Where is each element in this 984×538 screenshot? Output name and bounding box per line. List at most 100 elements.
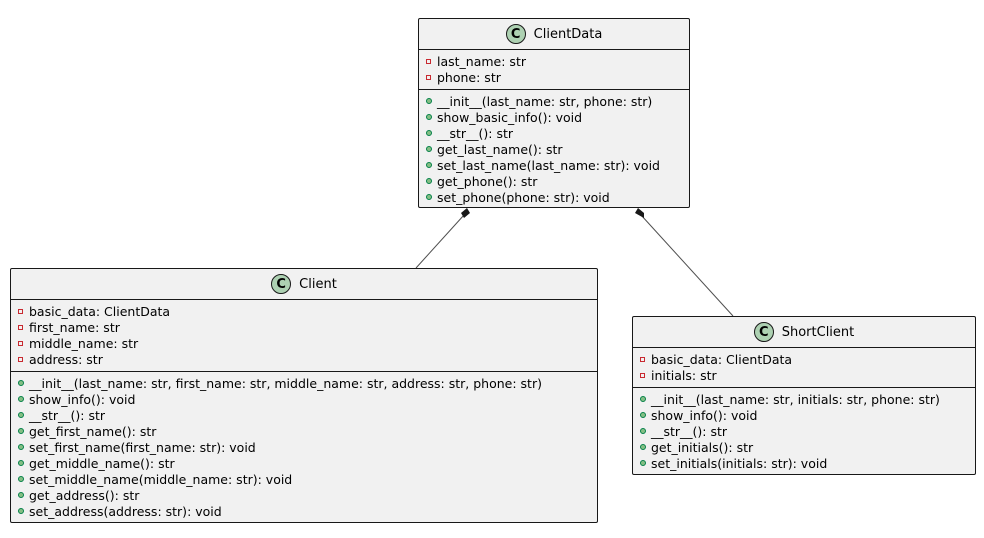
method-row: __init__(last_name: str, first_name: str… (11, 375, 597, 391)
method-text: __str__(): str (437, 125, 514, 141)
method-row: show_info(): void (11, 391, 597, 407)
method-text: set_phone(phone: str): void (437, 189, 610, 205)
composition-line-client (415, 214, 465, 269)
method-text: set_initials(initials: str): void (651, 455, 828, 471)
public-method-icon (640, 428, 646, 434)
composition-diamond-shortclient (635, 208, 644, 218)
private-field-icon (640, 356, 645, 362)
private-field-icon (426, 58, 431, 64)
method-text: show_info(): void (29, 391, 136, 407)
public-method-icon (426, 130, 432, 136)
method-text: show_basic_info(): void (437, 109, 583, 125)
method-text: set_address(address: str): void (29, 503, 222, 519)
method-text: __init__(last_name: str, initials: str, … (651, 391, 940, 407)
class-c-icon: C (753, 322, 774, 342)
method-row: get_initials(): str (633, 439, 975, 455)
method-text: __init__(last_name: str, first_name: str… (29, 375, 542, 391)
public-method-icon (18, 412, 24, 418)
method-row: set_phone(phone: str): void (419, 189, 689, 205)
method-text: get_phone(): str (437, 173, 538, 189)
private-field-icon (18, 324, 23, 330)
method-row: get_middle_name(): str (11, 455, 597, 471)
method-row: __init__(last_name: str, initials: str, … (633, 391, 975, 407)
method-row: get_address(): str (11, 487, 597, 503)
method-row: __str__(): str (11, 407, 597, 423)
method-row: set_middle_name(middle_name: str): void (11, 471, 597, 487)
public-method-icon (18, 428, 24, 434)
field-row: basic_data: ClientData (633, 351, 975, 367)
method-text: set_last_name(last_name: str): void (437, 157, 660, 173)
field-row: basic_data: ClientData (11, 303, 597, 319)
field-row: initials: str (633, 367, 975, 383)
method-row: __init__(last_name: str, phone: str) (419, 93, 689, 109)
method-row: get_last_name(): str (419, 141, 689, 157)
composition-line-shortclient (640, 214, 734, 317)
class-header: C Client (11, 269, 597, 300)
class-clientdata[interactable]: C ClientData last_name: str phone: str _… (418, 18, 690, 208)
private-field-icon (640, 372, 645, 378)
method-row: __str__(): str (419, 125, 689, 141)
method-text: __str__(): str (29, 407, 106, 423)
method-text: set_middle_name(middle_name: str): void (29, 471, 293, 487)
method-row: __str__(): str (633, 423, 975, 439)
class-shortclient[interactable]: C ShortClient basic_data: ClientData ini… (632, 316, 976, 475)
method-text: get_middle_name(): str (29, 455, 175, 471)
field-text: middle_name: str (29, 335, 139, 351)
public-method-icon (426, 98, 432, 104)
public-method-icon (426, 194, 432, 200)
private-field-icon (426, 74, 431, 80)
public-method-icon (426, 162, 432, 168)
fields-section: basic_data: ClientData initials: str (633, 348, 975, 387)
method-text: get_last_name(): str (437, 141, 563, 157)
public-method-icon (18, 460, 24, 466)
methods-section: __init__(last_name: str, phone: str) sho… (419, 89, 689, 209)
class-c-icon: C (271, 274, 292, 294)
field-text: basic_data: ClientData (29, 303, 171, 319)
method-text: set_first_name(first_name: str): void (29, 439, 256, 455)
class-c-icon: C (505, 24, 526, 44)
public-method-icon (426, 178, 432, 184)
public-method-icon (640, 460, 646, 466)
method-text: get_address(): str (29, 487, 140, 503)
method-row: get_first_name(): str (11, 423, 597, 439)
class-header: C ClientData (419, 19, 689, 50)
public-method-icon (18, 508, 24, 514)
field-row: phone: str (419, 69, 689, 85)
method-text: __str__(): str (651, 423, 728, 439)
methods-section: __init__(last_name: str, initials: str, … (633, 387, 975, 475)
method-text: get_first_name(): str (29, 423, 157, 439)
method-row: set_last_name(last_name: str): void (419, 157, 689, 173)
class-name: ShortClient (781, 324, 855, 340)
method-text: __init__(last_name: str, phone: str) (437, 93, 653, 109)
field-row: address: str (11, 351, 597, 367)
fields-section: basic_data: ClientData first_name: str m… (11, 300, 597, 371)
private-field-icon (18, 308, 23, 314)
public-method-icon (640, 444, 646, 450)
public-method-icon (18, 444, 24, 450)
public-method-icon (18, 380, 24, 386)
method-row: set_address(address: str): void (11, 503, 597, 519)
private-field-icon (18, 356, 23, 362)
class-name: ClientData (533, 26, 603, 42)
field-row: last_name: str (419, 53, 689, 69)
public-method-icon (426, 114, 432, 120)
methods-section: __init__(last_name: str, first_name: str… (11, 371, 597, 523)
field-text: last_name: str (437, 53, 526, 69)
method-row: set_initials(initials: str): void (633, 455, 975, 471)
private-field-icon (18, 340, 23, 346)
public-method-icon (426, 146, 432, 152)
method-text: show_info(): void (651, 407, 758, 423)
method-row: set_first_name(first_name: str): void (11, 439, 597, 455)
public-method-icon (18, 492, 24, 498)
public-method-icon (640, 412, 646, 418)
field-text: initials: str (651, 367, 717, 383)
method-row: show_info(): void (633, 407, 975, 423)
method-text: get_initials(): str (651, 439, 754, 455)
field-text: basic_data: ClientData (651, 351, 793, 367)
class-client[interactable]: C Client basic_data: ClientData first_na… (10, 268, 598, 523)
class-header: C ShortClient (633, 317, 975, 348)
method-row: get_phone(): str (419, 173, 689, 189)
public-method-icon (18, 476, 24, 482)
fields-section: last_name: str phone: str (419, 50, 689, 89)
field-text: address: str (29, 351, 103, 367)
